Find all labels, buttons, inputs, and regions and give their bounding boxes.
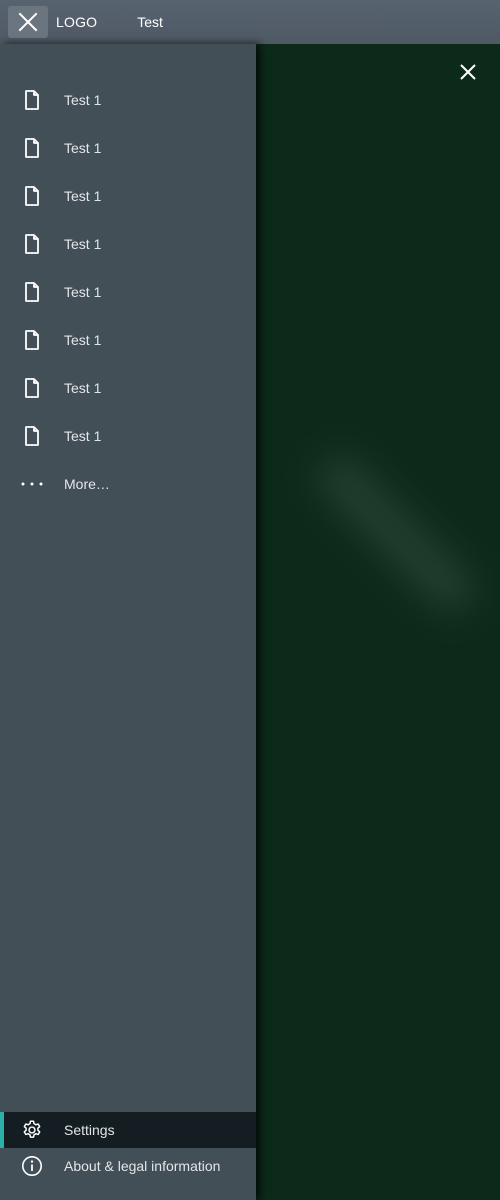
app-title: Test xyxy=(137,14,163,30)
close-icon xyxy=(460,64,476,80)
about-label: About & legal information xyxy=(64,1158,221,1174)
document-icon xyxy=(20,88,44,112)
nav-item-label: Test 1 xyxy=(64,140,102,156)
nav-item-label: More… xyxy=(64,476,110,492)
navigation-drawer: Test 1 Test 1 Test 1 Test 1 Test 1 Test … xyxy=(0,44,256,1200)
nav-item-settings[interactable]: Settings xyxy=(0,1112,256,1148)
drawer-footer-list: Settings About & legal information xyxy=(0,1112,256,1184)
nav-item-label: Test 1 xyxy=(64,236,102,252)
document-icon xyxy=(20,280,44,304)
nav-item-test-1[interactable]: Test 1 xyxy=(0,412,256,460)
nav-list: Test 1 Test 1 Test 1 Test 1 Test 1 Test … xyxy=(0,44,256,508)
nav-item-label: Test 1 xyxy=(64,332,102,348)
close-button[interactable] xyxy=(456,60,480,84)
nav-item-test-1[interactable]: Test 1 xyxy=(0,220,256,268)
menu-close-toggle-button[interactable] xyxy=(8,6,48,38)
app-header: LOGO Test xyxy=(0,0,500,44)
more-dots-icon xyxy=(20,472,44,496)
settings-label: Settings xyxy=(64,1122,115,1138)
document-icon xyxy=(20,136,44,160)
document-icon xyxy=(20,232,44,256)
main-content xyxy=(256,44,500,1200)
close-icon xyxy=(18,12,38,32)
info-icon xyxy=(20,1154,44,1178)
nav-item-label: Test 1 xyxy=(64,284,102,300)
nav-item-test-1[interactable]: Test 1 xyxy=(0,268,256,316)
document-icon xyxy=(20,328,44,352)
document-icon xyxy=(20,424,44,448)
nav-item-test-1[interactable]: Test 1 xyxy=(0,364,256,412)
nav-item-test-1[interactable]: Test 1 xyxy=(0,316,256,364)
nav-item-label: Test 1 xyxy=(64,428,102,444)
document-icon xyxy=(20,376,44,400)
nav-item-more[interactable]: More… xyxy=(0,460,256,508)
nav-item-test-1[interactable]: Test 1 xyxy=(0,124,256,172)
nav-item-about[interactable]: About & legal information xyxy=(0,1148,256,1184)
nav-item-label: Test 1 xyxy=(64,380,102,396)
nav-item-test-1[interactable]: Test 1 xyxy=(0,76,256,124)
background-shape xyxy=(311,449,481,619)
document-icon xyxy=(20,184,44,208)
nav-item-label: Test 1 xyxy=(64,188,102,204)
nav-item-label: Test 1 xyxy=(64,92,102,108)
app-logo[interactable]: LOGO xyxy=(56,14,97,30)
gear-icon xyxy=(20,1118,44,1142)
nav-item-test-1[interactable]: Test 1 xyxy=(0,172,256,220)
